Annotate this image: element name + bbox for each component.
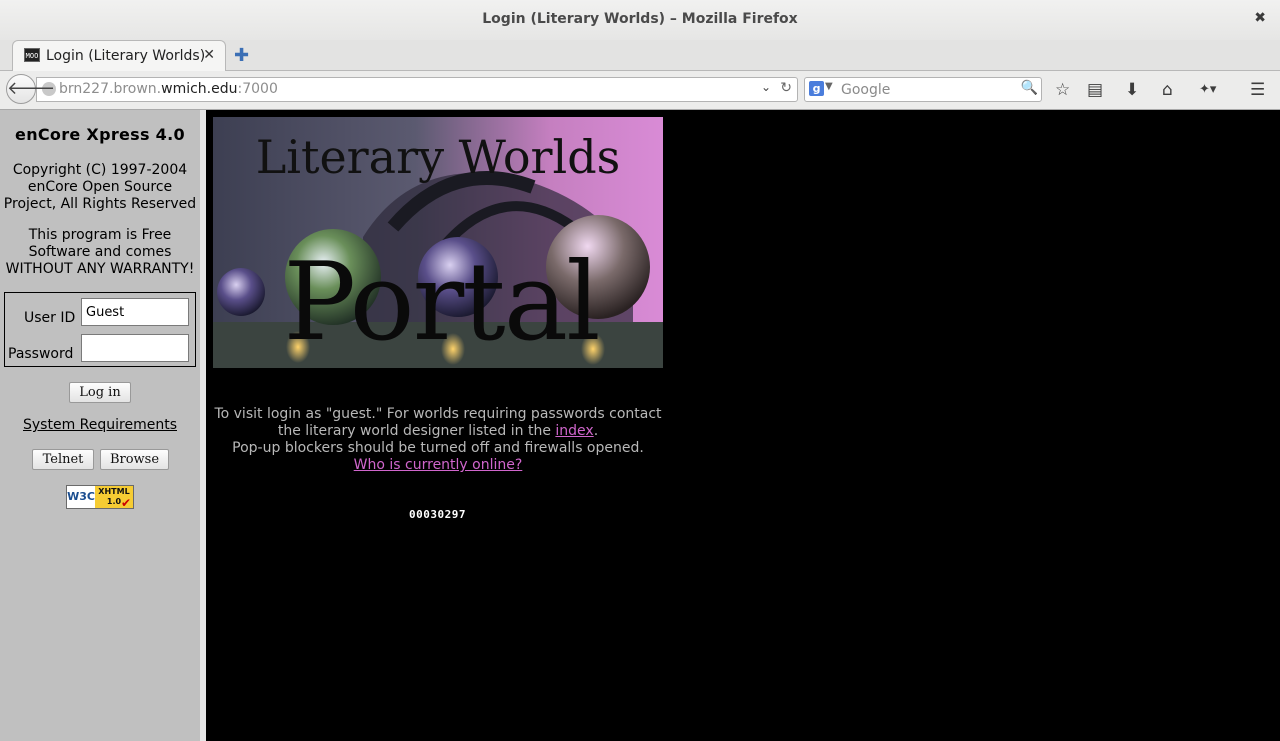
frame-divider[interactable] — [200, 110, 206, 741]
url-prefix: brn227.brown. — [59, 81, 162, 97]
app-title: enCore Xpress 4.0 — [15, 125, 185, 144]
tab-close-icon[interactable]: ✕ — [203, 47, 215, 63]
banner-portal-word: Portal — [283, 240, 598, 365]
google-engine-icon[interactable]: g — [809, 81, 824, 96]
reading-list-icon[interactable]: ▤ — [1087, 80, 1103, 100]
literary-worlds-banner: Literary Worlds Portal — [213, 117, 663, 368]
url-port: :7000 — [237, 81, 278, 97]
message-text: the literary world designer listed in th… — [277, 423, 556, 439]
back-button-icon[interactable]: 🡐 — [6, 74, 55, 104]
license-line: WITHOUT ANY WARRANTY! — [5, 261, 195, 277]
userid-input[interactable] — [81, 298, 189, 326]
checkmark-icon: ✔ — [120, 496, 131, 510]
message-line: the literary world designer listed in th… — [213, 423, 663, 440]
tab-label: Login (Literary Worlds) — [46, 48, 206, 64]
bookmark-star-icon[interactable]: ☆ — [1055, 80, 1070, 100]
license-line: Software and comes — [28, 244, 172, 260]
welcome-message: To visit login as "guest." For worlds re… — [213, 406, 663, 474]
copyright-text: Copyright (C) 1997-2004 enCore Open Sour… — [0, 162, 200, 213]
home-icon[interactable]: ⌂ — [1162, 80, 1173, 100]
search-bar: g ▼ 🔍 — [804, 77, 1042, 102]
w3c-logo: W3C — [67, 486, 95, 508]
telnet-button[interactable]: Telnet — [32, 449, 94, 470]
hamburger-menu-icon[interactable]: ☰ — [1250, 80, 1265, 100]
xhtml-label: XHTML 1.0 ✔ — [95, 486, 133, 510]
addon-menu-icon[interactable]: ✦▾ — [1199, 82, 1216, 97]
browse-button[interactable]: Browse — [100, 449, 169, 470]
url-history-dropdown-icon[interactable]: ⌄ — [761, 80, 771, 94]
visitor-counter: 00030297 — [409, 508, 466, 521]
login-sidebar: enCore Xpress 4.0 Copyright (C) 1997-200… — [0, 110, 200, 741]
copyright-line: enCore Open Source — [27, 179, 173, 195]
window-title: Login (Literary Worlds) – Mozilla Firefo… — [482, 11, 798, 27]
reload-icon[interactable]: ↻ — [780, 80, 792, 96]
license-line: This program is Free — [28, 227, 172, 243]
window-titlebar: Login (Literary Worlds) – Mozilla Firefo… — [0, 0, 1280, 40]
password-input[interactable] — [81, 334, 189, 362]
search-input[interactable] — [841, 80, 1011, 99]
copyright-line: Project, All Rights Reserved — [3, 196, 197, 212]
tab-login[interactable]: MOO Login (Literary Worlds) ✕ — [12, 40, 226, 71]
message-line: Who is currently online? — [213, 457, 663, 474]
new-tab-plus-icon[interactable]: ✚ — [234, 45, 249, 66]
engine-dropdown-icon[interactable]: ▼ — [825, 81, 833, 92]
tab-strip: MOO Login (Literary Worlds) ✕ ✚ — [0, 40, 1280, 71]
login-button[interactable]: Log in — [69, 382, 131, 403]
search-magnifier-icon[interactable]: 🔍 — [1021, 80, 1038, 96]
banner-title: Literary Worlds — [256, 130, 621, 184]
url-bar[interactable]: brn227.brown.wmich.edu:7000 ⌄ ↻ — [36, 77, 798, 102]
login-form: User ID Password — [4, 292, 196, 367]
nav-toolbar: brn227.brown.wmich.edu:7000 ⌄ ↻ 🡐 g ▼ 🔍 … — [0, 71, 1280, 110]
window-close-icon[interactable]: ✖ — [1254, 10, 1266, 26]
downloads-arrow-icon[interactable]: ⬇ — [1125, 80, 1139, 100]
moo-favicon-icon: MOO — [24, 48, 40, 62]
index-link[interactable]: index — [555, 423, 593, 439]
url-text[interactable]: brn227.brown.wmich.edu:7000 — [59, 81, 278, 97]
page-content: enCore Xpress 4.0 Copyright (C) 1997-200… — [0, 110, 1280, 741]
system-requirements-link[interactable]: System Requirements — [0, 417, 200, 433]
userid-label: User ID — [24, 310, 76, 326]
password-label: Password — [8, 346, 74, 362]
license-text: This program is Free Software and comes … — [0, 227, 200, 278]
who-is-online-link[interactable]: Who is currently online? — [354, 457, 523, 473]
url-host: wmich.edu — [161, 81, 238, 97]
message-text: . — [593, 423, 599, 439]
copyright-line: Copyright (C) 1997-2004 — [12, 162, 188, 178]
message-line: To visit login as "guest." For worlds re… — [214, 406, 662, 422]
message-line: Pop-up blockers should be turned off and… — [232, 440, 644, 456]
w3c-xhtml-badge[interactable]: W3C XHTML 1.0 ✔ — [66, 485, 134, 509]
